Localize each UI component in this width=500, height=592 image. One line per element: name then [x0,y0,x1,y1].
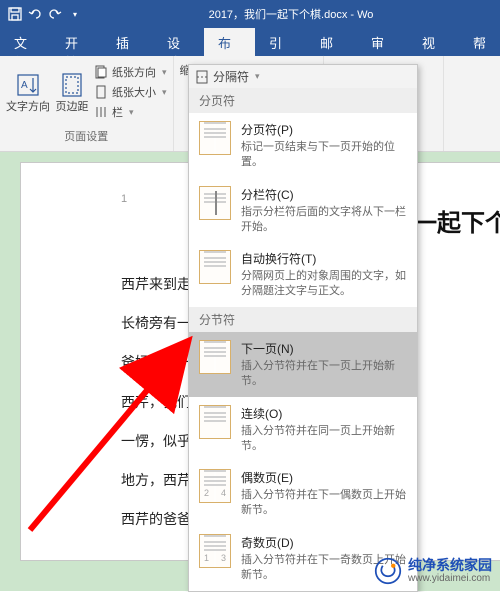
item-even-page[interactable]: 24 偶数页(E) 插入分节符并在下一偶数页上开始新节。 [189,461,417,526]
watermark: 纯净系统家园 www.yidaimei.com [374,557,492,585]
text-wrapping-title: 自动换行符(T) [241,250,407,267]
breaks-label: 分隔符 [213,68,249,85]
section-page-breaks: 分页符 [189,88,417,113]
svg-text:A: A [21,80,28,91]
chevron-down-icon: ▾ [162,87,167,98]
tab-home[interactable]: 开始 [51,28,102,56]
size-label: 纸张大小 [112,84,156,100]
watermark-logo-icon [374,557,402,585]
tab-review[interactable]: 审阅 [357,28,408,56]
margins-button[interactable]: 页边距 [50,60,94,122]
page-break-icon [199,121,231,155]
title-bar: ▾ 2017，我们一起下个棋.docx - Wo [0,0,500,28]
column-break-icon [199,186,231,220]
watermark-brand: 纯净系统家园 [408,558,492,573]
tab-mailings[interactable]: 邮件 [306,28,357,56]
next-page-desc: 插入分节符并在下一页上开始新节。 [241,359,407,389]
tab-layout[interactable]: 布局 [204,28,255,56]
orientation-button[interactable]: 纸张方向 ▾ [94,62,167,82]
item-text-wrapping[interactable]: 自动换行符(T) 分隔网页上的对象周围的文字，如分隔题注文字与正文。 [189,242,417,307]
tab-references[interactable]: 引用 [255,28,306,56]
item-column-break[interactable]: 分栏符(C) 指示分栏符后面的文字将从下一栏开始。 [189,178,417,243]
undo-icon[interactable] [26,5,44,23]
even-page-icon: 24 [199,469,231,503]
odd-page-title: 奇数页(D) [241,534,407,551]
item-next-page[interactable]: 下一页(N) 插入分节符并在下一页上开始新节。 [189,332,417,397]
section-section-breaks: 分节符 [189,307,417,332]
orientation-label: 纸张方向 [112,64,156,80]
page-break-desc: 标记一页结束与下一页开始的位置。 [241,140,407,170]
chevron-down-icon: ▾ [162,67,167,78]
text-direction-label: 文字方向 [6,98,50,114]
save-icon[interactable] [6,5,24,23]
page-setup-group-label: 页面设置 [6,128,167,147]
continuous-title: 连续(O) [241,405,407,422]
column-break-desc: 指示分栏符后面的文字将从下一栏开始。 [241,205,407,235]
quick-access-toolbar: ▾ [0,5,90,23]
even-page-title: 偶数页(E) [241,469,407,486]
chevron-down-icon: ▾ [129,107,134,118]
text-wrapping-icon [199,250,231,284]
even-page-desc: 插入分节符并在下一偶数页上开始新节。 [241,488,407,518]
ribbon-tabs: 文件 开始 插入 设计 布局 引用 邮件 审阅 视图 帮 [0,28,500,56]
next-page-icon [199,340,231,374]
column-break-title: 分栏符(C) [241,186,407,203]
size-button[interactable]: 纸张大小 ▾ [94,82,167,102]
breaks-dropdown-header[interactable]: 分隔符 ▾ [189,65,417,88]
odd-page-icon: 13 [199,534,231,568]
redo-icon[interactable] [46,5,64,23]
group-page-setup: A 文字方向 页边距 纸张方向▾ 纸张大小▾ 栏▾ [0,56,174,151]
qat-dropdown-icon[interactable]: ▾ [66,5,84,23]
columns-label: 栏 [112,104,123,120]
tab-help[interactable]: 帮 [459,28,500,56]
chevron-down-icon: ▾ [255,71,260,82]
tab-design[interactable]: 设计 [153,28,204,56]
tab-view[interactable]: 视图 [408,28,459,56]
item-page-break[interactable]: 分页符(P) 标记一页结束与下一页开始的位置。 [189,113,417,178]
tab-file[interactable]: 文件 [0,28,51,56]
margins-label: 页边距 [56,98,89,114]
next-page-title: 下一页(N) [241,340,407,357]
columns-button[interactable]: 栏▾ [94,102,167,122]
text-direction-button[interactable]: A 文字方向 [6,60,50,122]
continuous-icon [199,405,231,439]
breaks-dropdown: 分隔符 ▾ 分页符 分页符(P) 标记一页结束与下一页开始的位置。 分栏符(C)… [188,64,418,592]
item-continuous[interactable]: 连续(O) 插入分节符并在同一页上开始新节。 [189,397,417,462]
text-wrapping-desc: 分隔网页上的对象周围的文字，如分隔题注文字与正文。 [241,269,407,299]
continuous-desc: 插入分节符并在同一页上开始新节。 [241,424,407,454]
watermark-url: www.yidaimei.com [408,573,492,584]
window-title: 2017，我们一起下个棋.docx - Wo [90,6,500,22]
tab-insert[interactable]: 插入 [102,28,153,56]
page-break-title: 分页符(P) [241,121,407,138]
ruler-mark: 1 [121,193,127,205]
